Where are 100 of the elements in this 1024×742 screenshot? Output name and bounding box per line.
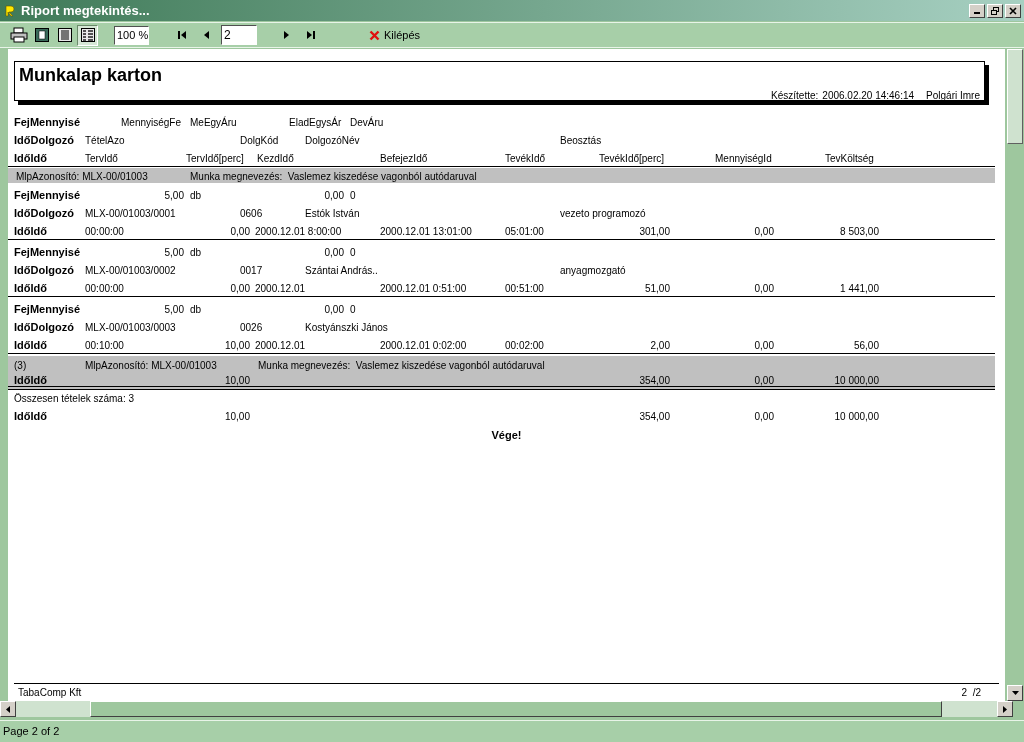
report-cell-text: TervIdő bbox=[85, 151, 118, 165]
report-cell-text: 0 bbox=[350, 245, 356, 259]
report-cell-text: Kostyánszki János bbox=[305, 320, 388, 335]
report-cell-text: 2000.12.01 bbox=[255, 281, 306, 295]
report-cell-text: 51,00 bbox=[644, 281, 670, 295]
report-cell-text: 10,00 bbox=[224, 338, 250, 352]
made-by-label: Készítette: bbox=[771, 89, 819, 103]
close-button[interactable] bbox=[1005, 3, 1021, 18]
last-icon bbox=[305, 30, 316, 40]
report-cell-text: Estók István bbox=[305, 206, 360, 221]
zoom-field[interactable]: 100 % bbox=[114, 25, 149, 45]
report-cell-text: MlpAzonosító: MLX-00/01003 bbox=[85, 358, 217, 372]
vertical-scrollbar[interactable] bbox=[1007, 49, 1023, 701]
report-cell-text: DolgozóNév bbox=[305, 133, 360, 148]
report-cell-text: Beosztás bbox=[560, 133, 602, 148]
report-cell-text: 0,00 bbox=[754, 281, 774, 295]
report-cell-text: 0,00 bbox=[324, 188, 344, 202]
report-cell-text: MlpAzonosító: MLX-00/01003 bbox=[16, 169, 148, 183]
report-cell-text: 2000.12.01 0:51:00 bbox=[380, 281, 467, 295]
report-cell-text: 2000.12.01 13:01:00 bbox=[380, 224, 472, 238]
report-cell-text: MeEgyÁru bbox=[190, 115, 237, 129]
page-field[interactable]: 2 bbox=[221, 25, 257, 45]
page-layout-icon bbox=[79, 27, 96, 43]
report-title: Munkalap karton bbox=[19, 64, 164, 87]
status-text: Page 2 of 2 bbox=[3, 724, 60, 740]
row-label: FejMennyisé bbox=[14, 114, 81, 130]
report-cell-text: MLX-00/01003/0003 bbox=[85, 320, 176, 335]
report-cell-text: 00:00:00 bbox=[85, 224, 124, 238]
scroll-thumb[interactable] bbox=[1007, 49, 1023, 144]
report-cell-text: 354,00 bbox=[639, 373, 670, 387]
report-cell-text: BefejezIdő bbox=[380, 151, 428, 165]
minimize-button[interactable] bbox=[969, 3, 985, 18]
report-cell-text: 0,00 bbox=[230, 281, 250, 295]
row-label: FejMennyisé bbox=[14, 301, 81, 317]
scroll-down-button[interactable] bbox=[1007, 685, 1023, 701]
first-icon bbox=[176, 30, 187, 40]
row-label: IdőIdő bbox=[14, 372, 47, 388]
horizontal-scrollbar[interactable] bbox=[0, 701, 1013, 717]
report-cell-text: Összesen tételek száma: 3 bbox=[14, 391, 135, 406]
restore-button[interactable] bbox=[987, 3, 1003, 18]
company-name: TabaComp Kft bbox=[18, 686, 82, 700]
report-cell-text: MennyiségId bbox=[715, 151, 772, 165]
left-arrow-icon bbox=[6, 705, 10, 713]
app-icon bbox=[3, 3, 17, 18]
row-label: IdőDolgozó bbox=[14, 205, 74, 221]
close-icon bbox=[1009, 6, 1017, 15]
report-cell-text: DolgKód bbox=[240, 133, 279, 148]
row-label: IdőIdő bbox=[14, 408, 47, 424]
exit-button[interactable]: Kilépés bbox=[369, 26, 421, 44]
report-cell-text: 56,00 bbox=[853, 338, 879, 352]
report-cell-text: db bbox=[190, 302, 202, 316]
page-number: 2 /2 bbox=[961, 686, 981, 700]
report-cell-text: vezeto programozó bbox=[560, 206, 646, 221]
report-cell-text: 0017 bbox=[240, 263, 263, 278]
report-cell-text: 00:00:00 bbox=[85, 281, 124, 295]
next-icon bbox=[281, 30, 290, 40]
report-cell-text: Munka megnevezés: Vaslemez kiszedése vagonból autódaruval bbox=[258, 358, 545, 372]
report-cell-text: 10 000,00 bbox=[834, 409, 879, 424]
report-cell-text: TervIdő[perc] bbox=[186, 151, 244, 165]
minimize-icon bbox=[974, 12, 980, 14]
report-cell-text: 10 000,00 bbox=[834, 373, 879, 387]
report-text: Vége! bbox=[491, 427, 522, 443]
report-cell-text: 354,00 bbox=[639, 409, 670, 424]
report-cell-text: 00:51:00 bbox=[505, 281, 544, 295]
scroll-thumb[interactable] bbox=[90, 701, 942, 717]
report-cell-text: 00:10:00 bbox=[85, 338, 124, 352]
report-cell-text: 0 bbox=[350, 302, 356, 316]
page-layout-icon bbox=[56, 27, 73, 43]
report-cell-text: Munka megnevezés: Vaslemez kiszedése vagonból autódaruval bbox=[190, 169, 477, 183]
row-label: IdőIdő bbox=[14, 280, 47, 296]
scroll-left-button[interactable] bbox=[0, 701, 16, 717]
report-cell-text: TevékIdő[perc] bbox=[599, 151, 665, 165]
report-cell-text: EladEgysÁr bbox=[289, 115, 342, 129]
report-cell-text: 2000.12.01 0:02:00 bbox=[380, 338, 467, 352]
report-cell-text: db bbox=[190, 188, 202, 202]
row-label: IdőDolgozó bbox=[14, 132, 74, 148]
report-cell-text: 0026 bbox=[240, 320, 263, 335]
report-cell-text: (3) bbox=[14, 358, 27, 372]
report-cell-text: 0,00 bbox=[230, 224, 250, 238]
row-label: IdőDolgozó bbox=[14, 319, 74, 335]
report-cell-text: 5,00 bbox=[164, 245, 184, 259]
report-cell-text: TevékIdő bbox=[505, 151, 546, 165]
report-cell-text: 1 441,00 bbox=[840, 281, 879, 295]
report-cell-text: MLX-00/01003/0002 bbox=[85, 263, 176, 278]
report-cell-text: MennyiségFe bbox=[121, 115, 182, 129]
view-button[interactable] bbox=[77, 24, 98, 46]
report-cell-text: 05:01:00 bbox=[505, 224, 544, 238]
report-cell-text: 5,00 bbox=[164, 302, 184, 316]
row-label: IdőDolgozó bbox=[14, 262, 74, 278]
report-cell-text: 10,00 bbox=[224, 409, 250, 424]
report-cell-text: 0,00 bbox=[754, 373, 774, 387]
timestamp: 2006.02.20 14:46:14 bbox=[822, 89, 915, 103]
report-cell-text: 0,00 bbox=[754, 409, 774, 424]
report-cell-text: 8 503,00 bbox=[840, 224, 879, 238]
report-cell-text: 0,00 bbox=[754, 338, 774, 352]
author-name: Polgári Imre bbox=[926, 89, 980, 103]
report-cell-text: TevKöltség bbox=[825, 151, 874, 165]
scroll-right-button[interactable] bbox=[997, 701, 1013, 717]
print-button[interactable] bbox=[8, 24, 29, 46]
window-title: Riport megtekintés... bbox=[21, 1, 150, 20]
